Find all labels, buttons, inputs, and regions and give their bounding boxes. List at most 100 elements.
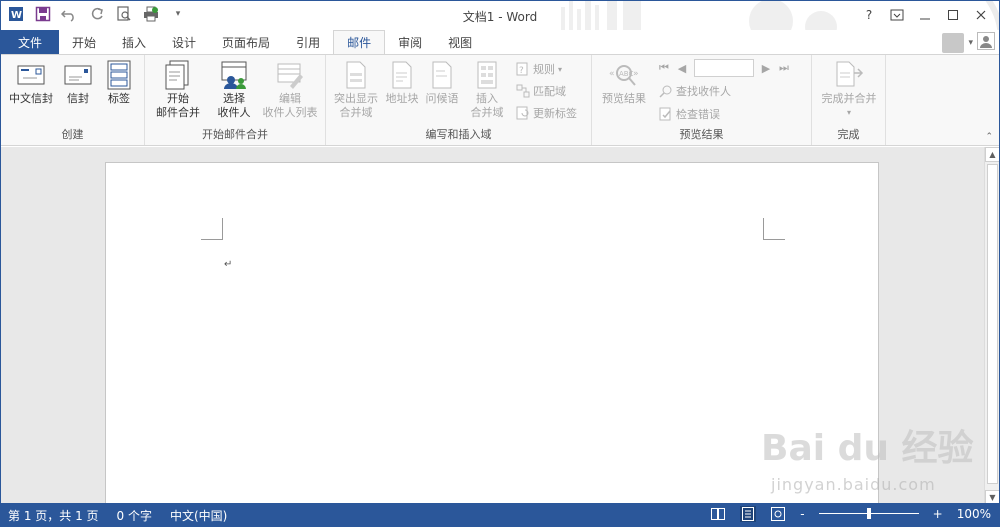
- zoom-slider[interactable]: [818, 506, 919, 522]
- print-icon[interactable]: [142, 5, 160, 23]
- select-recipients-label-1: 选择: [223, 92, 245, 105]
- status-right: - + 100%: [710, 506, 991, 522]
- ribbon-display-icon: [890, 9, 904, 21]
- word-logo-icon: W: [7, 5, 25, 23]
- group-start-mail-merge: 开始 邮件合并 选择 收件人 编辑 收件人列表 开始邮件合并: [145, 55, 326, 145]
- start-mail-merge-icon: [163, 59, 193, 91]
- greeting-line-button[interactable]: 问候语: [422, 59, 462, 106]
- save-icon[interactable]: [34, 5, 52, 23]
- language[interactable]: 中文(中国): [170, 507, 227, 524]
- user-icon[interactable]: [977, 32, 995, 53]
- tab-view[interactable]: 视图: [435, 30, 485, 54]
- address-block-button[interactable]: 地址块: [382, 59, 422, 106]
- envelope-button[interactable]: 信封: [59, 59, 97, 106]
- check-errors-label: 检查错误: [676, 108, 720, 121]
- maximize-button[interactable]: [939, 4, 967, 26]
- scroll-thumb[interactable]: [987, 164, 998, 484]
- customize-qat-icon[interactable]: ▾: [169, 5, 187, 23]
- tab-references[interactable]: 引用: [283, 30, 333, 54]
- start-mail-merge-button[interactable]: 开始 邮件合并: [149, 59, 207, 120]
- zoom-in-button[interactable]: +: [933, 507, 943, 521]
- group-write-insert-fields-label: 编写和插入域: [425, 128, 492, 141]
- cn-envelope-icon: [16, 59, 46, 91]
- print-preview-icon[interactable]: [115, 5, 133, 23]
- address-block-icon: [387, 59, 417, 91]
- envelope-label: 信封: [67, 92, 89, 105]
- group-write-insert-fields: 突出显示 合并域 地址块 问候语 插入 合并域 ? 规则 ▾ 匹配域 更新标签 …: [326, 55, 592, 145]
- insert-merge-field-button[interactable]: 插入 合并域: [462, 59, 512, 120]
- check-errors-button[interactable]: 检查错误: [659, 105, 720, 123]
- print-layout-icon[interactable]: [740, 506, 757, 522]
- word-count[interactable]: 0 个字: [117, 507, 152, 524]
- edit-recipient-list-icon: [275, 59, 305, 91]
- ribbon-display-options-button[interactable]: [883, 4, 911, 26]
- help-button[interactable]: ?: [855, 4, 883, 26]
- match-fields-button[interactable]: 匹配域: [516, 82, 566, 100]
- tab-home[interactable]: 开始: [59, 30, 109, 54]
- start-mail-merge-label-1: 开始: [167, 92, 189, 105]
- svg-text:«: «: [609, 69, 615, 79]
- account-chevron-down-icon[interactable]: ▾: [968, 38, 973, 48]
- zoom-level[interactable]: 100%: [957, 507, 991, 521]
- preview-results-icon: « ABC»: [609, 59, 639, 91]
- select-recipients-icon: [219, 59, 249, 91]
- svg-text:W: W: [11, 10, 22, 21]
- undo-icon[interactable]: [61, 5, 79, 23]
- avatar[interactable]: [942, 32, 965, 53]
- edit-recipient-list-button[interactable]: 编辑 收件人列表: [259, 59, 321, 120]
- ribbon-tab-row: 文件 开始 插入 设计 页面布局 引用 邮件 审阅 视图 ▾: [1, 30, 999, 55]
- previous-record-icon[interactable]: ◀: [676, 62, 688, 75]
- finish-merge-button[interactable]: 完成并合并 ▾: [816, 59, 882, 120]
- greeting-line-icon: [427, 59, 457, 91]
- envelope-icon: [63, 59, 93, 91]
- minimize-button[interactable]: [911, 4, 939, 26]
- paragraph-mark: ↵: [224, 259, 233, 270]
- find-recipient-button[interactable]: 查找收件人: [659, 82, 731, 100]
- address-block-label: 地址块: [385, 92, 419, 105]
- zoom-thumb[interactable]: [866, 508, 871, 519]
- tab-design[interactable]: 设计: [159, 30, 209, 54]
- tab-mailings[interactable]: 邮件: [333, 30, 386, 55]
- update-labels-label: 更新标签: [533, 107, 577, 120]
- tab-file[interactable]: 文件: [1, 30, 59, 54]
- group-finish: 完成并合并 ▾ 完成: [812, 55, 886, 145]
- preview-results-button[interactable]: « ABC» 预览结果: [596, 59, 652, 106]
- document-page[interactable]: ↵: [105, 162, 879, 505]
- highlight-merge-fields-button[interactable]: 突出显示 合并域: [330, 59, 382, 120]
- zoom-out-button[interactable]: -: [800, 507, 804, 521]
- document-area: ↵: [1, 147, 984, 505]
- svg-text:»: »: [633, 69, 639, 79]
- read-mode-icon[interactable]: [710, 506, 726, 522]
- insert-merge-field-label-2: 合并域: [470, 106, 504, 119]
- redo-icon[interactable]: [88, 5, 106, 23]
- tab-insert[interactable]: 插入: [109, 30, 159, 54]
- insert-merge-field-icon: [472, 59, 502, 91]
- labels-button[interactable]: 标签: [99, 59, 139, 106]
- close-button[interactable]: [967, 4, 995, 26]
- account-area[interactable]: ▾: [942, 32, 995, 53]
- record-number-input[interactable]: [694, 59, 754, 77]
- page-count[interactable]: 第 1 页，共 1 页: [8, 507, 99, 524]
- first-record-icon[interactable]: ⏮: [658, 61, 670, 75]
- match-fields-label: 匹配域: [533, 85, 566, 98]
- web-layout-icon[interactable]: [770, 506, 786, 522]
- update-labels-button[interactable]: 更新标签: [516, 104, 577, 122]
- cn-envelope-button[interactable]: 中文信封: [5, 59, 57, 106]
- tab-page-layout[interactable]: 页面布局: [209, 30, 283, 54]
- last-record-icon[interactable]: ⏭: [778, 61, 790, 75]
- next-record-icon[interactable]: ▶: [760, 62, 772, 75]
- group-preview-results-label: 预览结果: [679, 128, 724, 141]
- rules-button[interactable]: ? 规则 ▾: [516, 60, 562, 78]
- vertical-scrollbar[interactable]: ▲ ▼: [984, 147, 999, 505]
- title-bar: W ▾ 文档1 - Word ?: [1, 1, 999, 54]
- highlight-merge-fields-icon: [341, 59, 371, 91]
- ribbon: 中文信封 信封 标签 创建 开始 邮件合并 选择 收件人 编辑 收件人列表 开始…: [1, 54, 999, 146]
- match-fields-icon: [516, 84, 530, 98]
- finish-merge-chevron-down-icon: ▾: [846, 108, 851, 117]
- tab-review[interactable]: 审阅: [385, 30, 435, 54]
- select-recipients-button[interactable]: 选择 收件人: [209, 59, 259, 120]
- labels-label: 标签: [108, 92, 130, 105]
- status-left: 第 1 页，共 1 页 0 个字 中文(中国): [8, 507, 227, 524]
- collapse-ribbon-icon[interactable]: ⌃: [985, 132, 993, 142]
- scroll-up-icon[interactable]: ▲: [985, 147, 999, 162]
